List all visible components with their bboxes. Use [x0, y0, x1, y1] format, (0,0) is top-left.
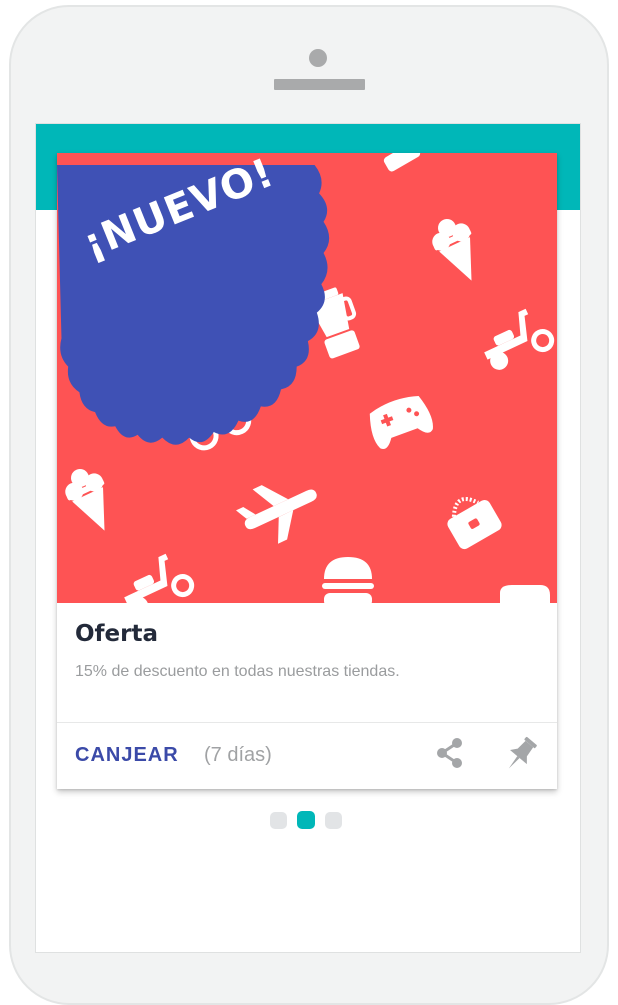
gamepad-icon	[369, 395, 433, 449]
offer-description: 15% de descuento en todas nuestras tiend…	[75, 663, 400, 680]
handbag-icon	[447, 497, 502, 550]
speaker-grille	[274, 79, 365, 90]
share-button[interactable]	[433, 736, 467, 770]
cup-icon	[500, 585, 550, 603]
redeem-button[interactable]: CANJEAR	[75, 744, 179, 767]
ice-cream-icon	[432, 219, 472, 281]
scooter-icon	[124, 553, 195, 603]
burger-icon	[322, 557, 374, 603]
ice-cream-icon	[65, 469, 105, 531]
camera-icon	[309, 49, 327, 67]
pagination-dots	[270, 811, 350, 829]
days-remaining: (7 días)	[204, 744, 272, 766]
scooter-icon	[484, 308, 555, 370]
share-icon	[437, 738, 462, 768]
pin-button[interactable]	[503, 736, 539, 772]
airplane-icon	[235, 485, 317, 544]
offer-card[interactable]: ¡NUEVO! Oferta 15% de descuento en todas…	[57, 153, 557, 789]
page-dot-active[interactable]	[297, 811, 315, 829]
offer-title: Oferta	[75, 621, 159, 647]
page-dot[interactable]	[270, 812, 287, 829]
shape-icon	[383, 153, 421, 172]
page-dot[interactable]	[325, 812, 342, 829]
pin-icon	[508, 736, 537, 769]
card-hero-image: ¡NUEVO!	[57, 153, 557, 603]
card-divider	[57, 722, 557, 723]
